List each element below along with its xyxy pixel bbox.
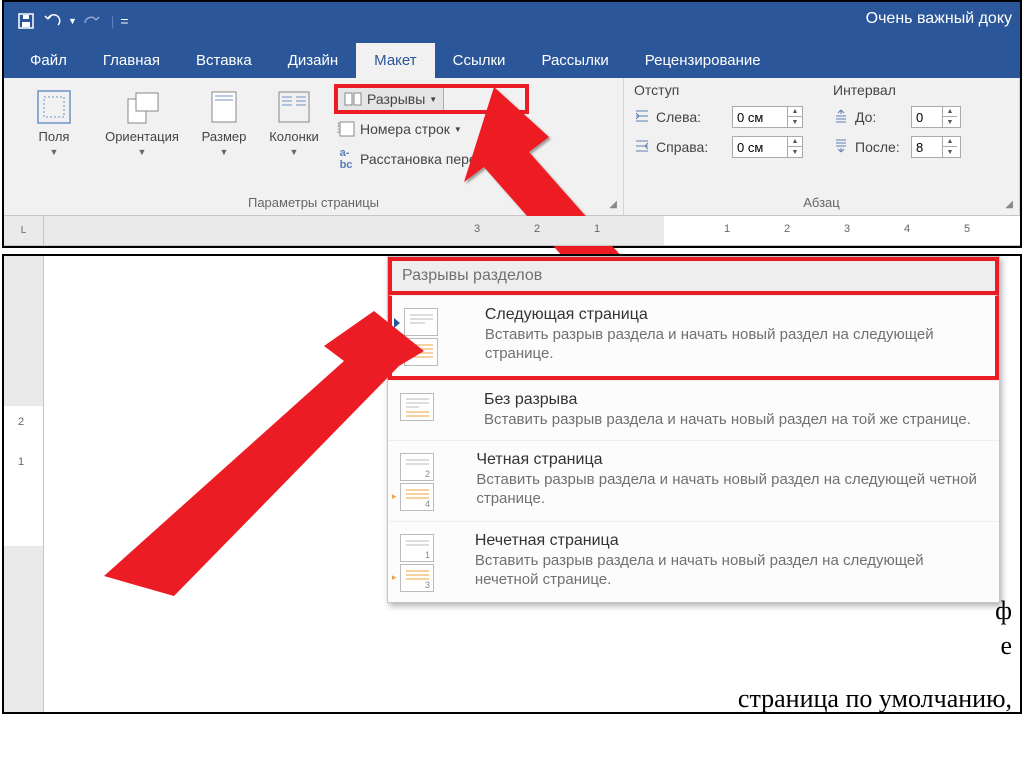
columns-icon — [275, 88, 313, 126]
dropdown-item-odd-page[interactable]: 1 ▸3 Нечетная страница Вставить разрыв р… — [388, 521, 999, 602]
title-bar: ▼ | = Очень важный доку — [4, 2, 1020, 40]
spacing-after-input[interactable]: ▲▼ — [911, 136, 961, 158]
page-setup-launcher-icon[interactable]: ◢ — [609, 199, 617, 210]
save-icon[interactable] — [12, 7, 40, 35]
orientation-icon — [123, 88, 161, 126]
size-icon — [205, 88, 243, 126]
tab-home[interactable]: Главная — [85, 43, 178, 78]
margins-icon — [35, 88, 73, 126]
breaks-icon — [343, 89, 363, 109]
tab-review[interactable]: Рецензирование — [627, 43, 779, 78]
paragraph-caption: Абзац ◢ — [634, 195, 1009, 213]
margins-button[interactable]: Поля▼ — [14, 84, 94, 163]
indent-label: Отступ — [634, 82, 803, 98]
undo-icon[interactable] — [40, 7, 68, 35]
indent-left-icon — [634, 109, 650, 126]
hyphenation-button[interactable]: a-bc Расстановка переносов ▼ — [336, 146, 527, 172]
dropdown-item-even-page[interactable]: 2 ▸4 Четная страница Вставить разрыв раз… — [388, 440, 999, 521]
thumb-icon: ▸3 — [400, 564, 434, 592]
indent-right-icon — [634, 139, 650, 156]
thumb-icon: 1 — [400, 534, 434, 562]
dropdown-header: Разрывы разделов — [388, 257, 999, 295]
line-numbers-icon: 12 — [336, 119, 356, 139]
vertical-ruler: 2 1 — [4, 256, 44, 714]
indent-left-input[interactable]: ▲▼ — [732, 106, 803, 128]
thumb-icon: ▸4 — [400, 483, 434, 511]
line-numbers-button[interactable]: 12 Номера строк ▼ — [336, 116, 527, 142]
document-title: Очень важный доку — [866, 10, 1012, 28]
indent-right-input[interactable]: ▲▼ — [732, 136, 803, 158]
size-button[interactable]: Размер▼ — [190, 84, 258, 163]
tab-references[interactable]: Ссылки — [435, 43, 524, 78]
breaks-button[interactable]: Разрывы ▼ — [336, 86, 527, 112]
spacing-before-icon — [833, 109, 849, 126]
spacing-after-icon — [833, 139, 849, 156]
page-setup-caption: Параметры страницы ◢ — [14, 195, 613, 213]
paragraph-launcher-icon[interactable]: ◢ — [1005, 199, 1013, 210]
tab-insert[interactable]: Вставка — [178, 43, 270, 78]
spacing-before-input[interactable]: ▲▼ — [911, 106, 961, 128]
selection-indicator-icon — [394, 318, 400, 328]
breaks-dropdown: Разрывы разделов Следующая страница Вста… — [387, 256, 1000, 603]
thumb-icon: 2 — [400, 453, 434, 481]
hyphenation-icon: a-bc — [336, 149, 356, 169]
tab-design[interactable]: Дизайн — [270, 43, 356, 78]
ribbon: Поля▼ Ориентация▼ Размер▼ — [4, 78, 1020, 216]
spacing-label: Интервал — [833, 82, 961, 98]
thumb-icon — [404, 338, 438, 366]
redo-icon[interactable] — [77, 7, 105, 35]
columns-button[interactable]: Колонки▼ — [258, 84, 330, 163]
tab-layout[interactable]: Макет — [356, 43, 434, 78]
tab-mailings[interactable]: Рассылки — [523, 43, 626, 78]
dropdown-item-next-page[interactable]: Следующая страница Вставить разрыв разде… — [388, 295, 999, 380]
horizontal-ruler: L 3 2 1 1 2 3 4 5 — [4, 216, 1020, 246]
tab-file[interactable]: Файл — [12, 43, 85, 78]
orientation-button[interactable]: Ориентация▼ — [94, 84, 190, 163]
ribbon-tabs: Файл Главная Вставка Дизайн Макет Ссылки… — [4, 40, 1020, 78]
thumb-icon — [404, 308, 438, 336]
thumb-icon — [400, 393, 434, 421]
dropdown-item-continuous[interactable]: Без разрыва Вставить разрыв раздела и на… — [388, 380, 999, 440]
